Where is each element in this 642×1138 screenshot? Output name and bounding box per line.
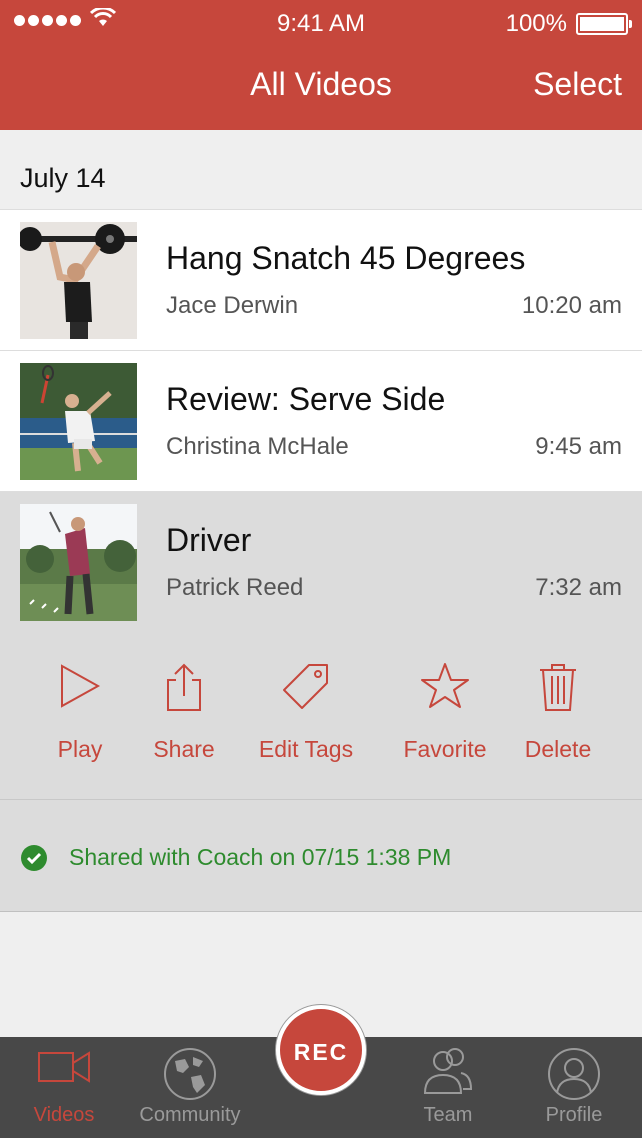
delete-label: Delete bbox=[524, 736, 592, 762]
video-person: Christina McHale bbox=[166, 433, 349, 460]
video-camera-icon bbox=[38, 1051, 90, 1083]
edit-tags-button[interactable]: Edit Tags bbox=[246, 632, 366, 792]
video-thumbnail bbox=[20, 504, 137, 621]
video-row[interactable]: Hang Snatch 45 Degrees Jace Derwin 10:20… bbox=[0, 210, 642, 351]
favorite-label: Favorite bbox=[403, 736, 487, 762]
tab-community-label: Community bbox=[139, 1104, 241, 1126]
check-circle-icon bbox=[21, 845, 47, 871]
play-icon bbox=[61, 664, 101, 708]
tab-videos-label: Videos bbox=[33, 1104, 95, 1126]
record-label: REC bbox=[293, 1039, 349, 1065]
video-time: 7:32 am bbox=[535, 574, 622, 601]
share-button[interactable]: Share bbox=[124, 632, 244, 792]
share-icon bbox=[167, 663, 201, 711]
tab-team[interactable]: Team bbox=[388, 1037, 508, 1138]
team-icon bbox=[423, 1048, 473, 1094]
profile-icon bbox=[548, 1048, 600, 1100]
date-section-header: July 14 bbox=[0, 130, 642, 210]
video-row[interactable]: Review: Serve Side Christina McHale 9:45… bbox=[0, 351, 642, 492]
tag-icon bbox=[283, 664, 328, 709]
delete-button[interactable]: Delete bbox=[498, 632, 618, 792]
edit-tags-label: Edit Tags bbox=[258, 736, 354, 762]
select-button[interactable]: Select bbox=[533, 66, 622, 103]
shared-status-text: Shared with Coach on 07/15 1:38 PM bbox=[69, 844, 452, 870]
video-time: 10:20 am bbox=[521, 292, 622, 319]
favorite-button[interactable]: Favorite bbox=[385, 632, 505, 792]
status-bar: 9:41 AM 100% bbox=[0, 0, 642, 48]
star-icon bbox=[421, 663, 469, 708]
video-title: Review: Serve Side bbox=[166, 381, 446, 417]
battery-percent: 100% bbox=[505, 10, 567, 37]
tab-profile-label: Profile bbox=[545, 1104, 603, 1126]
video-person: Jace Derwin bbox=[166, 292, 299, 319]
video-row-selected[interactable]: Driver Patrick Reed 7:32 am bbox=[0, 492, 642, 633]
video-person: Patrick Reed bbox=[166, 574, 304, 601]
battery-icon bbox=[576, 13, 632, 35]
video-title: Hang Snatch 45 Degrees bbox=[166, 240, 526, 276]
tab-videos[interactable]: Videos bbox=[4, 1037, 124, 1138]
video-thumbnail bbox=[20, 222, 137, 339]
video-actions-bar: Play Share Edit Tags Favorite Delete bbox=[0, 632, 642, 800]
video-thumbnail bbox=[20, 363, 137, 480]
record-button[interactable]: REC bbox=[276, 1005, 366, 1095]
video-title: Driver bbox=[166, 522, 252, 558]
tab-team-label: Team bbox=[423, 1104, 473, 1126]
app-header: 9:41 AM 100% All Videos Select bbox=[0, 0, 642, 130]
trash-icon bbox=[540, 664, 576, 711]
play-button[interactable]: Play bbox=[20, 632, 140, 792]
section-date: July 14 bbox=[20, 163, 106, 193]
tab-community[interactable]: Community bbox=[130, 1037, 250, 1138]
tab-profile[interactable]: Profile bbox=[514, 1037, 634, 1138]
shared-status-row: Shared with Coach on 07/15 1:38 PM bbox=[0, 800, 642, 912]
share-label: Share bbox=[153, 736, 215, 762]
video-time: 9:45 am bbox=[535, 433, 622, 460]
globe-icon bbox=[164, 1048, 216, 1100]
play-label: Play bbox=[57, 736, 103, 762]
